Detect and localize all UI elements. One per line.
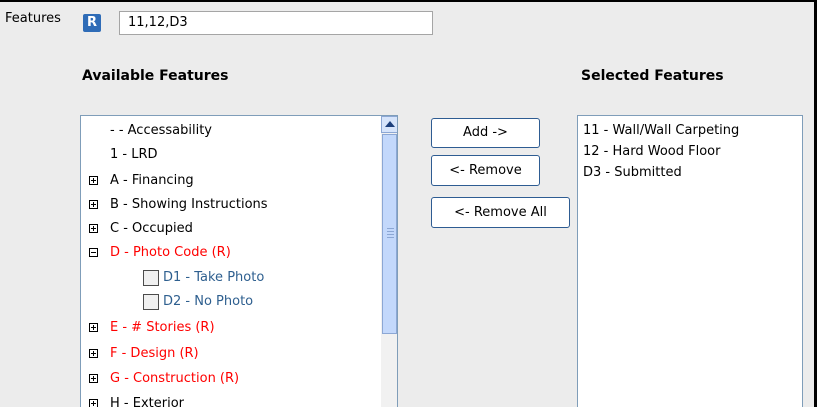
features-input[interactable]: 11,12,D3 — [119, 11, 433, 35]
expand-icon[interactable] — [89, 399, 98, 407]
tree-item-label: D - Photo Code (R) — [110, 245, 231, 260]
available-features-tree[interactable]: - - Accessability 1 - LRD A - Financing … — [80, 115, 398, 407]
tree-item-label: E - # Stories (R) — [110, 320, 215, 335]
selected-features-list[interactable]: 11 - Wall/Wall Carpeting 12 - Hard Wood … — [577, 115, 803, 407]
take-photo-checkbox[interactable] — [143, 270, 159, 286]
tree-item-label: B - Showing Instructions — [110, 197, 268, 212]
features-panel: Features R 11,12,D3 Available Features S… — [0, 2, 814, 407]
tree-item-label: G - Construction (R) — [110, 371, 240, 386]
features-label: Features — [5, 11, 61, 26]
grip-line — [387, 228, 394, 229]
vertical-scrollbar[interactable] — [381, 116, 397, 407]
list-item[interactable]: D3 - Submitted — [583, 162, 802, 183]
expand-icon[interactable] — [89, 200, 98, 209]
required-badge-icon: R — [83, 14, 101, 32]
collapse-icon[interactable] — [89, 248, 98, 257]
tree-item-label: A - Financing — [110, 173, 194, 188]
grip-line — [387, 237, 394, 238]
tree-item-label: H - Exterior — [110, 396, 184, 407]
available-features-header: Available Features — [82, 68, 229, 84]
tree-item-label: 1 - LRD — [110, 147, 158, 162]
remove-all-button[interactable]: <- Remove All — [431, 197, 570, 228]
tree-item-label: D2 - No Photo — [163, 294, 254, 309]
scroll-up-arrow-icon[interactable] — [381, 116, 397, 133]
grip-line — [387, 234, 394, 235]
tree-item-label: - - Accessability — [110, 123, 212, 138]
tree-item-label: D1 - Take Photo — [163, 270, 265, 285]
remove-button[interactable]: <- Remove — [431, 155, 540, 186]
list-item[interactable]: 12 - Hard Wood Floor — [583, 141, 802, 162]
tree-item-label: C - Occupied — [110, 221, 193, 236]
scrollbar-thumb[interactable] — [382, 134, 397, 334]
expand-icon[interactable] — [89, 176, 98, 185]
add-button[interactable]: Add -> — [431, 118, 540, 148]
list-item[interactable]: 11 - Wall/Wall Carpeting — [583, 120, 802, 141]
no-photo-checkbox[interactable] — [143, 294, 159, 310]
expand-icon[interactable] — [89, 374, 98, 383]
expand-icon[interactable] — [89, 349, 98, 358]
selected-features-header: Selected Features — [581, 68, 724, 84]
grip-line — [387, 231, 394, 232]
expand-icon[interactable] — [89, 224, 98, 233]
expand-icon[interactable] — [89, 323, 98, 332]
tree-item-label: F - Design (R) — [110, 346, 199, 361]
